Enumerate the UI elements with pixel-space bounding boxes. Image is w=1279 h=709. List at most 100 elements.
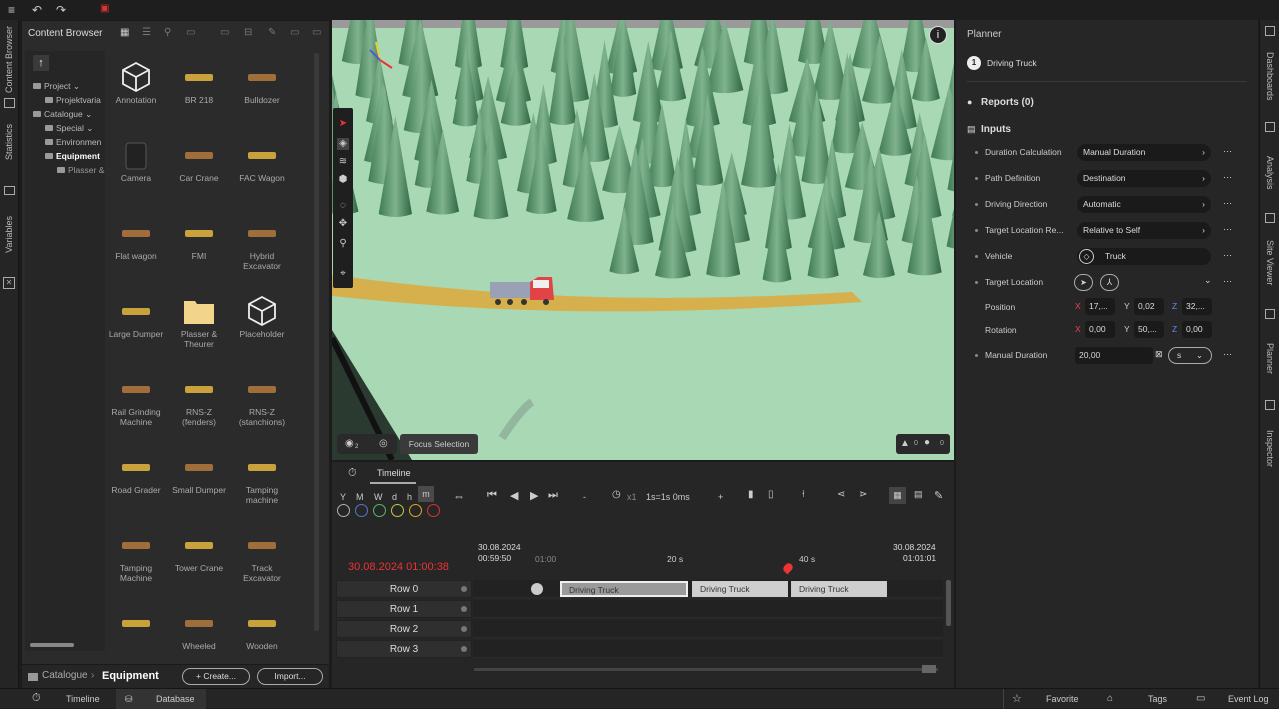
pick-cursor-icon[interactable]: ➤ [1074, 274, 1093, 291]
skip-start-icon[interactable]: ⏮ [487, 489, 497, 502]
tree-item-catalogue[interactable]: Catalogue ⌄ [33, 109, 92, 120]
asset-item[interactable]: Placeholder [232, 293, 292, 339]
duration-unit-select[interactable]: s⌄ [1168, 347, 1212, 364]
calendar-range-icon[interactable]: ▤ [914, 489, 923, 500]
asset-item[interactable]: RNS-Z (stanchions) [232, 371, 292, 427]
speed-minus[interactable]: - [583, 492, 586, 502]
more-icon[interactable]: ⋯ [1223, 224, 1232, 235]
row-label[interactable]: Row 0 [336, 580, 472, 598]
filter-icon[interactable]: ⚲ [164, 27, 171, 38]
row-label[interactable]: Row 2 [336, 620, 472, 638]
clip-driving-truck[interactable]: Driving Truck [560, 581, 688, 597]
tab-dashboards[interactable]: Dashboards [1265, 52, 1275, 101]
status-timeline-tab[interactable]: Timeline [66, 694, 100, 704]
more-icon[interactable]: ⋯ [1223, 172, 1232, 183]
asset-item[interactable]: Road Grader [106, 449, 166, 495]
zoom-year[interactable]: Y [340, 492, 346, 502]
position-y-field[interactable]: 0,02 [1134, 298, 1164, 315]
row-lane[interactable]: Driving Truck Driving Truck Driving Truc… [473, 580, 943, 598]
row-lane[interactable] [473, 640, 943, 658]
box-icon[interactable]: ⬢ [337, 174, 349, 186]
color-filter-swatch[interactable] [337, 504, 350, 517]
target-location-ref-select[interactable]: Relative to Self› [1077, 222, 1211, 239]
asset-item[interactable] [106, 605, 166, 641]
copy-icon[interactable]: ▭ [220, 27, 229, 38]
rotation-x-field[interactable]: 0,00 [1085, 321, 1115, 338]
more-icon[interactable]: ⋯ [1223, 349, 1232, 360]
more-icon[interactable]: ⋯ [1223, 250, 1232, 261]
zoom-month[interactable]: M [356, 492, 364, 502]
tab-content-browser[interactable]: Content Browser [4, 26, 14, 93]
step-label[interactable]: Driving Truck [987, 58, 1037, 68]
asset-item[interactable]: Tamping Machine [106, 527, 166, 583]
fit-icon[interactable]: ⇔ [453, 489, 465, 503]
asset-item[interactable]: Bulldozer [232, 59, 292, 105]
asset-item[interactable]: FMI [169, 215, 229, 261]
timeline-hscroll-thumb[interactable] [922, 665, 936, 673]
menu-icon[interactable]: ≡ [8, 3, 15, 17]
chevron-down-icon[interactable]: ⌄ [1204, 275, 1212, 286]
asset-item[interactable]: Small Dumper [169, 449, 229, 495]
tab-inspector[interactable]: Inspector [1265, 430, 1275, 467]
paste-icon[interactable]: ▯ [768, 489, 774, 500]
play-icon[interactable]: ▶ [530, 489, 538, 502]
zoom-week[interactable]: W [374, 492, 383, 502]
tree-item-environment[interactable]: Environmen [45, 137, 101, 147]
breadcrumb-root[interactable]: Catalogue [42, 670, 88, 681]
tab-variables[interactable]: Variables [4, 216, 14, 253]
reports-heading[interactable]: Reports (0) [981, 97, 1034, 108]
row-label[interactable]: Row 3 [336, 640, 472, 658]
tab-planner[interactable]: Planner [1265, 343, 1275, 374]
import-button[interactable]: Import... [257, 668, 323, 685]
clip-driving-truck[interactable]: Driving Truck [791, 581, 887, 597]
tab-site-viewer[interactable]: Site Viewer [1265, 240, 1275, 285]
tab-statistics[interactable]: Statistics [4, 124, 14, 160]
info-count-icon[interactable]: ● [924, 437, 930, 448]
zoom-day[interactable]: d [392, 492, 397, 502]
select-arrow-icon[interactable]: ➤ [337, 118, 349, 130]
clipboard-icon[interactable]: ▮ [748, 489, 754, 500]
status-event-log[interactable]: Event Log [1228, 694, 1269, 704]
zoom-minute[interactable]: m [418, 486, 434, 502]
color-filter-swatch[interactable] [427, 504, 440, 517]
rotation-y-field[interactable]: 50,... [1134, 321, 1164, 338]
move-icon[interactable]: ✥ [337, 218, 349, 230]
tag-icon[interactable]: ⌂ [1107, 693, 1113, 704]
record-icon[interactable]: ▣ [100, 3, 109, 14]
eye-icon[interactable]: ◎ [379, 438, 388, 449]
asset-item[interactable]: Wooden [232, 605, 292, 651]
grid-view-icon[interactable]: ▦ [120, 27, 129, 38]
horizontal-scrollbar[interactable] [30, 643, 74, 647]
inputs-heading[interactable]: Inputs [981, 124, 1011, 135]
asset-item[interactable]: Wheeled [169, 605, 229, 651]
step-back-icon[interactable]: ◀ [510, 489, 518, 502]
color-filter-swatch[interactable] [373, 504, 386, 517]
viewport-3d[interactable]: i ◉ 2 ◎ Focus Selection ▲ 0 ● 0 [332, 20, 954, 460]
layer-icon[interactable]: ◈ [337, 138, 349, 150]
tree-item-special[interactable]: Special ⌄ [45, 123, 93, 134]
color-filter-swatch[interactable] [409, 504, 422, 517]
asset-item[interactable]: Annotation [106, 59, 166, 105]
duplicate-icon[interactable]: ▭ [290, 27, 299, 38]
asset-item[interactable]: Tamping machine [232, 449, 292, 505]
color-filter-swatch[interactable] [391, 504, 404, 517]
link-icon[interactable]: ⊟ [244, 27, 252, 38]
playhead-icon[interactable] [782, 562, 795, 575]
create-button[interactable]: + Create... [182, 668, 250, 685]
share-alt-icon[interactable]: ⋗ [859, 489, 867, 500]
more-icon[interactable]: ⋯ [1223, 198, 1232, 209]
manual-duration-field[interactable]: 20,00 [1075, 347, 1153, 364]
vehicle-select[interactable]: ◇ Truck [1077, 248, 1211, 265]
orbit-icon[interactable]: ◌ [337, 200, 349, 212]
row-label[interactable]: Row 1 [336, 600, 472, 618]
asset-item[interactable]: Rail Grinding Machine [106, 371, 166, 427]
rows-scrollbar[interactable] [946, 580, 951, 626]
tree-item-plasser[interactable]: Plasser & [57, 165, 104, 175]
pick-axis-icon[interactable]: ⅄ [1100, 274, 1119, 291]
keyframe-icon[interactable] [531, 583, 543, 595]
driving-direction-select[interactable]: Automatic› [1077, 196, 1211, 213]
row-lane[interactable] [473, 620, 943, 638]
asset-item[interactable]: BR 218 [169, 59, 229, 105]
event-log-icon[interactable]: ▭ [1196, 693, 1205, 704]
delete-icon[interactable]: ▭ [312, 27, 321, 38]
